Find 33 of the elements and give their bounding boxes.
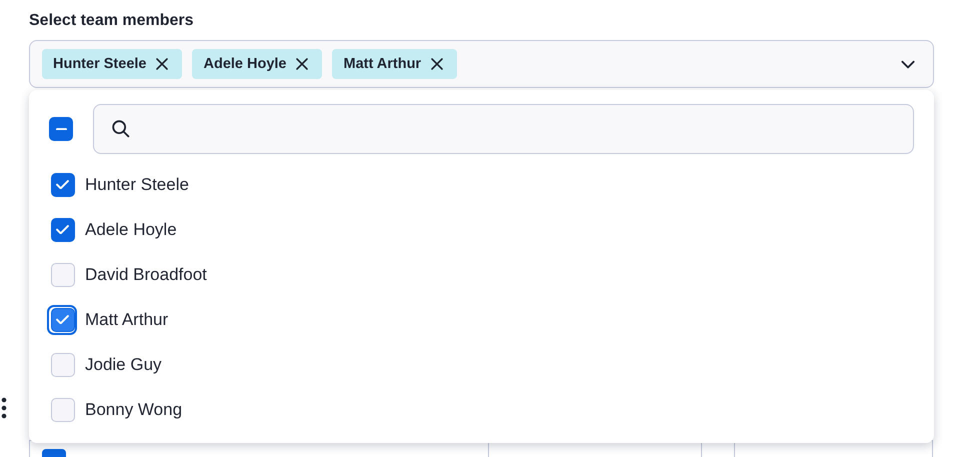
checkbox[interactable] [50, 262, 74, 286]
more-icon [1, 396, 7, 420]
option-item[interactable]: Bonny Wong [49, 387, 914, 432]
option-label: Matt Arthur [85, 310, 168, 330]
field-label: Select team members [29, 11, 195, 31]
checkbox[interactable] [50, 172, 74, 196]
search-field[interactable] [93, 104, 914, 154]
chip-label: Matt Arthur [343, 56, 422, 72]
option-item[interactable]: Adele Hoyle [49, 207, 914, 252]
option-item[interactable]: Jodie Guy [49, 342, 914, 387]
chip-label: Adele Hoyle [203, 56, 286, 72]
checkbox[interactable] [50, 352, 74, 376]
close-icon [154, 56, 170, 72]
option-label: Hunter Steele [85, 174, 189, 194]
option-item[interactable]: Matt Arthur [49, 297, 914, 342]
select-all-checkbox[interactable] [49, 117, 73, 141]
checkbox[interactable] [50, 218, 74, 242]
option-label: Bonny Wong [85, 400, 182, 420]
option-item[interactable]: Hunter Steele [49, 162, 914, 207]
check-icon [56, 180, 69, 190]
search-icon [110, 118, 132, 140]
option-item[interactable]: David Broadfoot [49, 252, 914, 297]
check-icon [56, 314, 69, 324]
option-label: Jodie Guy [85, 354, 162, 374]
option-label: David Broadfoot [85, 264, 207, 284]
multiselect-field[interactable]: Hunter Steele Adele Hoyle Matt Arthur [29, 40, 934, 88]
chip-label: Hunter Steele [53, 56, 146, 72]
check-icon [56, 224, 69, 234]
option-label: Adele Hoyle [85, 220, 177, 240]
minus-icon [56, 128, 66, 130]
close-icon [294, 56, 310, 72]
close-icon [429, 56, 446, 72]
checkbox[interactable] [50, 398, 74, 422]
